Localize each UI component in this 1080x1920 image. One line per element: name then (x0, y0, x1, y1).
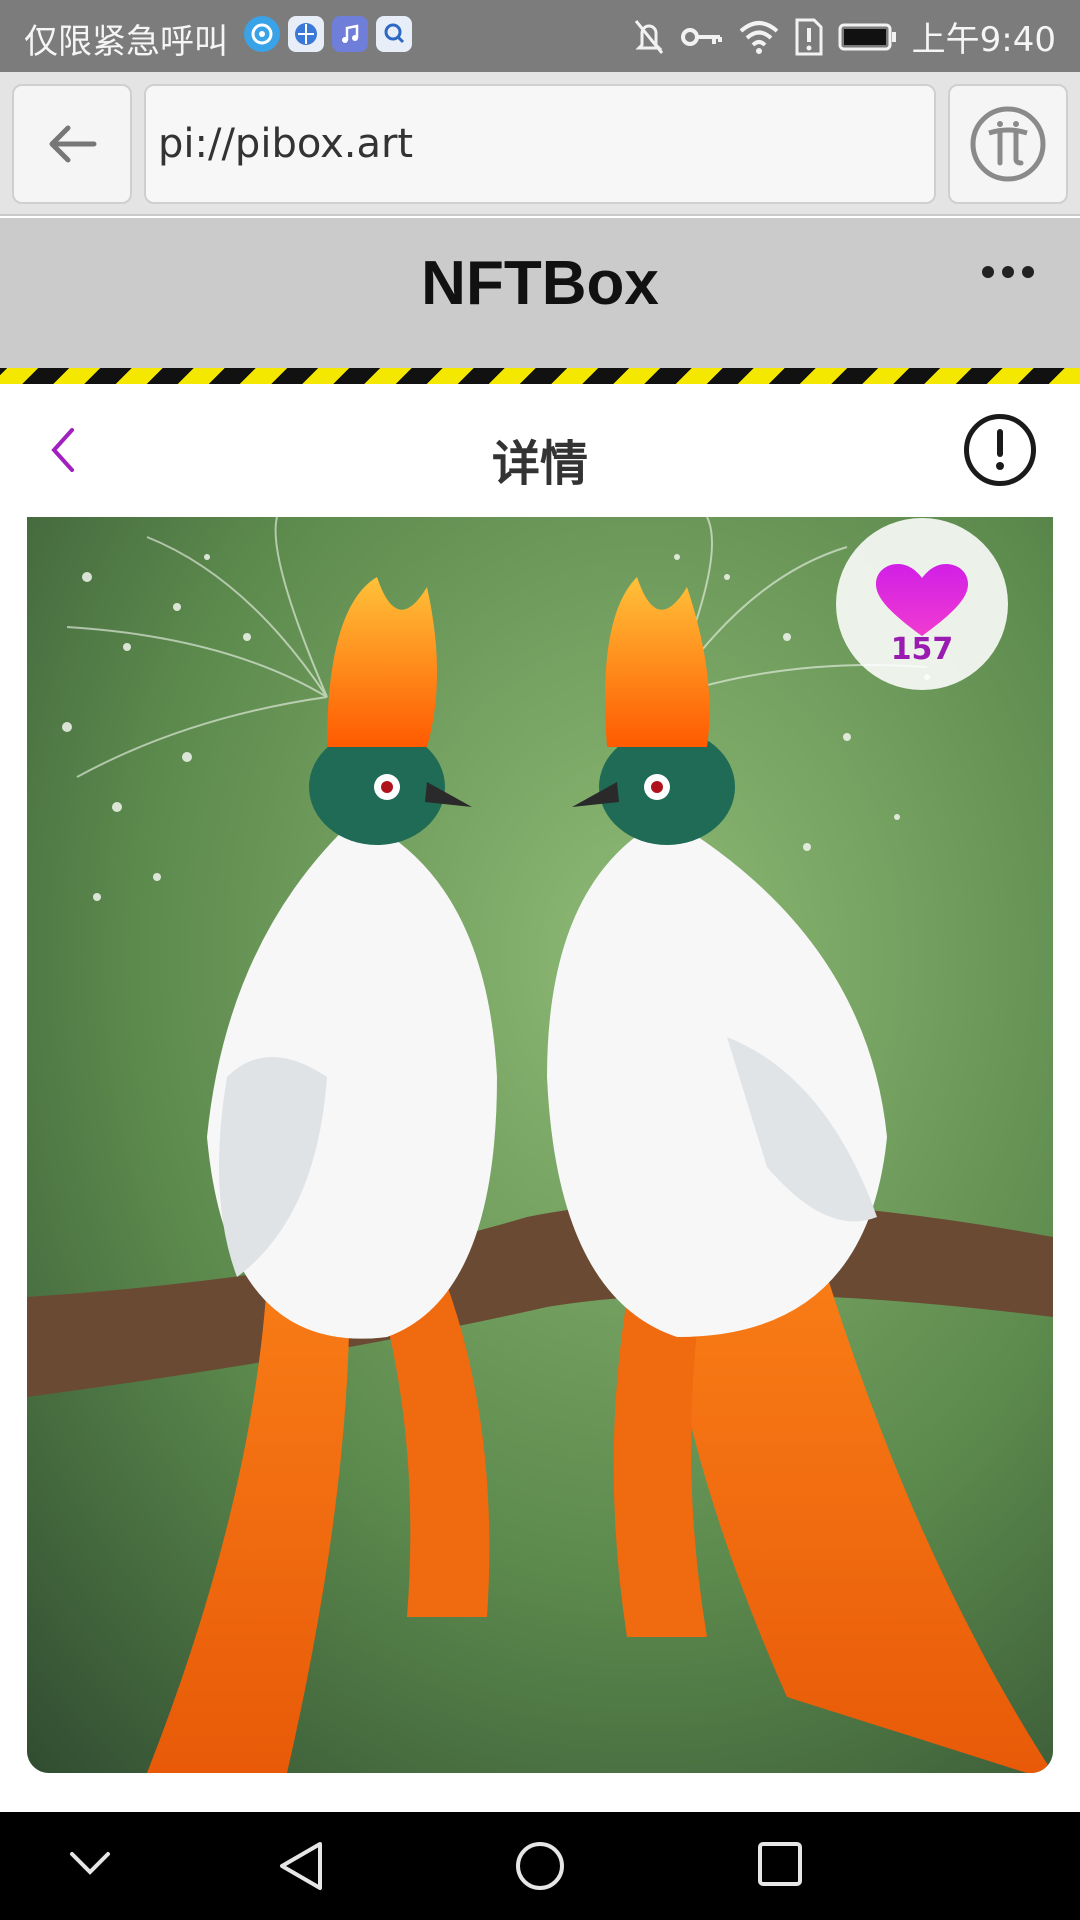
page-header: 详情 (0, 384, 1080, 516)
notification-icons (244, 16, 412, 52)
status-right: 上午9:40 (632, 12, 1056, 61)
like-button[interactable]: 157 (836, 518, 1008, 690)
exclamation-circle-icon[interactable] (964, 414, 1036, 486)
clock: 上午9:40 (911, 20, 1056, 60)
nft-artwork-image[interactable] (27, 517, 1053, 1773)
arrow-left-icon (49, 125, 97, 163)
app-header: NFTBox (0, 218, 1080, 368)
collapse-icon[interactable] (68, 1850, 112, 1878)
carrier-text: 仅限紧急呼叫 (24, 22, 228, 62)
wifi-icon (739, 20, 778, 54)
back-triangle-icon[interactable] (276, 1840, 326, 1892)
page-title: 详情 (491, 436, 588, 492)
pi-wallet-button[interactable] (948, 84, 1068, 204)
browser-back-button[interactable] (12, 84, 132, 204)
battery-icon (838, 23, 896, 50)
music-icon (332, 16, 368, 52)
more-dots-icon[interactable] (982, 266, 1034, 278)
status-bar: 仅限紧急呼叫 上午9:40 (0, 0, 1080, 72)
app-title: NFTBox (421, 249, 659, 318)
heart-icon (876, 564, 968, 636)
system-nav-bar (0, 1812, 1080, 1920)
hazard-stripe-divider (0, 368, 1080, 384)
weibo-icon (244, 16, 280, 52)
app-icon (376, 16, 412, 52)
url-field[interactable]: pi://pibox.art (144, 84, 936, 204)
key-icon (680, 27, 722, 46)
mute-icon (634, 19, 663, 54)
recents-square-icon[interactable] (756, 1840, 804, 1888)
like-count: 157 (890, 632, 954, 667)
browser-icon (288, 16, 324, 52)
pi-logo-icon (970, 106, 1046, 182)
browser-toolbar: pi://pibox.art (0, 72, 1080, 216)
url-text: pi://pibox.art (158, 121, 414, 167)
alert-icon (795, 18, 823, 55)
home-circle-icon[interactable] (514, 1840, 566, 1892)
